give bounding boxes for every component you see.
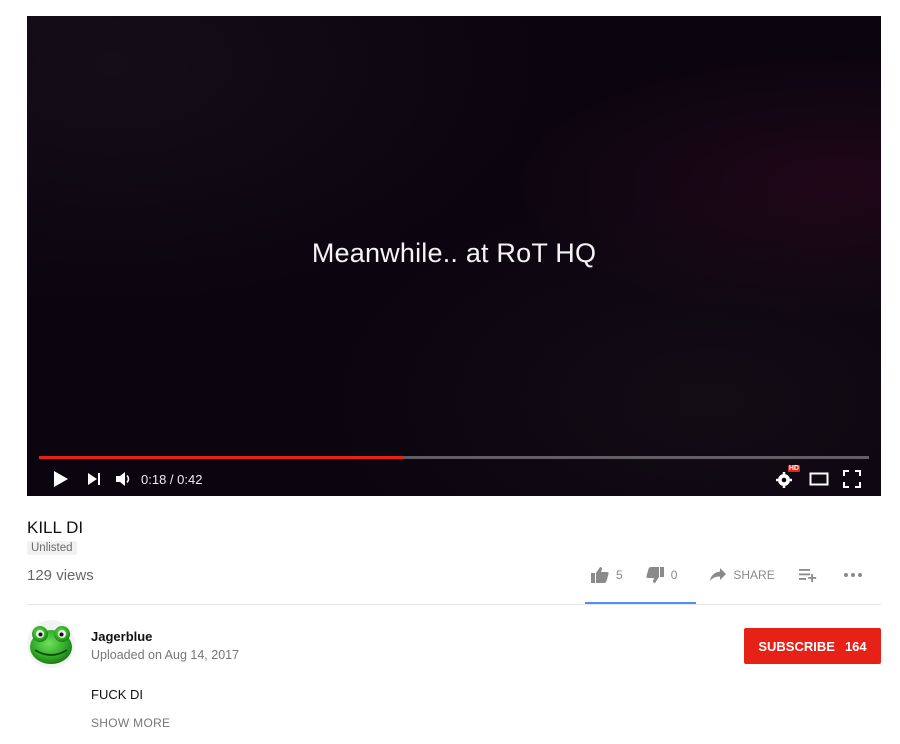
upload-date: Uploaded on Aug 14, 2017 [91, 648, 240, 662]
progress-bar[interactable] [39, 456, 869, 459]
more-icon [843, 573, 862, 577]
thumbs-down-icon [646, 567, 664, 583]
add-to-playlist-icon [798, 569, 816, 582]
next-button[interactable] [87, 472, 101, 486]
like-count: 5 [616, 568, 623, 582]
channel-name[interactable]: Jagerblue [91, 629, 152, 644]
share-label: SHARE [733, 568, 775, 582]
share-button[interactable]: SHARE [709, 568, 775, 582]
settings-button[interactable]: HD [775, 465, 800, 489]
subscriber-count: 164 [844, 638, 867, 654]
show-more-button[interactable]: SHOW MORE [91, 716, 170, 730]
volume-icon [116, 472, 130, 486]
video-actions: 5 0 SHARE [590, 566, 863, 584]
like-button[interactable]: 5 [590, 566, 623, 584]
theater-mode-button[interactable] [809, 472, 829, 486]
like-ratio-bar [585, 602, 696, 604]
more-actions-button[interactable] [843, 572, 863, 578]
video-caption: Meanwhile.. at RoT HQ [311, 238, 597, 268]
fullscreen-button[interactable] [843, 470, 861, 488]
subscribe-button[interactable]: SUBSCRIBE 164 [744, 628, 881, 664]
unlisted-badge: Unlisted [27, 541, 77, 555]
play-button[interactable] [53, 470, 69, 488]
dislike-count: 0 [670, 568, 678, 582]
frog-avatar-icon [27, 620, 75, 668]
time-display: 0:18 / 0:42 [141, 471, 203, 487]
hd-badge: HD [787, 465, 800, 472]
thumbs-up-icon [591, 567, 609, 583]
next-icon [88, 473, 100, 485]
play-icon [54, 471, 68, 487]
add-to-playlist-button[interactable] [798, 568, 817, 582]
video-title: KILL DI [27, 518, 84, 537]
fullscreen-icon [843, 470, 861, 488]
subscribe-label: SUBSCRIBE [758, 638, 835, 654]
share-icon [710, 568, 727, 581]
video-player[interactable]: Meanwhile.. at RoT HQ 0:18 / 0:42 HD [27, 16, 881, 496]
section-divider [27, 604, 881, 605]
progress-fill [39, 456, 405, 459]
view-count: 129 views [27, 567, 94, 584]
channel-avatar[interactable] [27, 620, 75, 668]
video-description: FUCK DI [91, 687, 143, 702]
player-controls: 0:18 / 0:42 HD [27, 462, 881, 496]
dislike-button[interactable]: 0 [645, 566, 678, 584]
theater-icon [809, 472, 829, 486]
volume-button[interactable] [115, 471, 133, 487]
settings-icon [776, 472, 792, 488]
